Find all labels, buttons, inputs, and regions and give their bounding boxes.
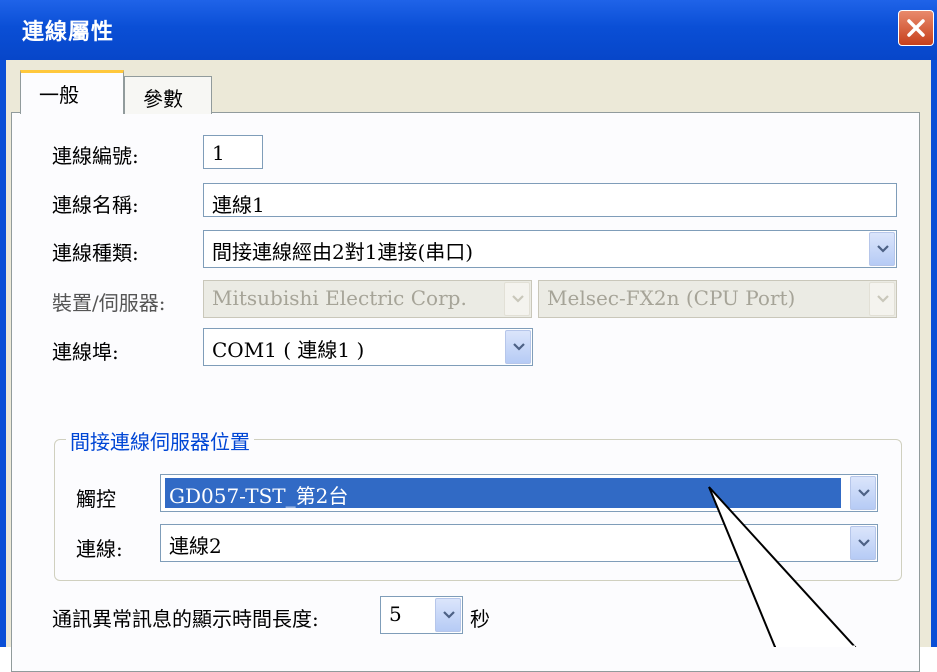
close-button[interactable] [898,10,934,46]
chevron-down-icon [443,611,455,619]
tab-parameters-label: 參數 [143,87,183,111]
port-label: 連線埠: [52,340,119,364]
server-link-dropdown-button[interactable] [850,526,876,560]
device-vendor-value: Mitsubishi Electric Corp. [212,286,467,310]
title-bar [0,0,937,60]
link-type-select[interactable]: 間接連線經由2對1連接(串口) [203,230,897,268]
link-number-label: 連線編號: [52,144,139,168]
timeout-label: 通訊異常訊息的顯示時間長度: [52,607,319,631]
window-border-left [0,60,6,647]
server-link-select[interactable]: 連線2 [160,524,878,562]
chevron-down-icon [858,489,870,497]
chevron-down-icon [512,295,524,303]
link-name-value: 連線1 [212,193,265,217]
device-model-value: Melsec-FX2n (CPU Port) [547,286,796,310]
window-title: 連線屬性 [22,20,115,45]
chevron-down-icon [877,295,889,303]
link-number-field[interactable]: 1 [203,135,263,169]
tab-general[interactable]: 一般 [20,70,124,114]
touch-label: 觸控 [76,487,116,511]
timeout-unit: 秒 [470,607,490,631]
touch-panel-select[interactable]: GD057-TST_第2台 [160,474,878,512]
port-dropdown-button[interactable] [505,330,531,364]
port-value: COM1 ( 連線1 ) [212,338,365,362]
device-vendor-dropdown-button [504,282,530,316]
chevron-down-icon [513,343,525,351]
touch-panel-value: GD057-TST_第2台 [169,484,349,508]
device-model-dropdown-button [869,282,895,316]
timeout-select[interactable]: 5 [380,596,463,634]
touch-panel-dropdown-button[interactable] [850,476,876,510]
link-name-input[interactable]: 連線1 [203,183,897,217]
link-name-label: 連線名稱: [52,193,139,217]
close-icon [907,19,925,37]
device-model-select: Melsec-FX2n (CPU Port) [538,280,897,318]
server-link-label: 連線: [76,537,123,561]
link-number-value: 1 [212,141,225,165]
timeout-dropdown-button[interactable] [435,598,461,632]
tab-general-label: 一般 [39,83,79,107]
link-type-dropdown-button[interactable] [869,232,895,266]
server-link-value: 連線2 [169,534,222,558]
tab-parameters[interactable]: 參數 [124,76,212,114]
device-vendor-select: Mitsubishi Electric Corp. [203,280,532,318]
link-type-label: 連線種類: [52,241,139,265]
chevron-down-icon [858,539,870,547]
port-select[interactable]: COM1 ( 連線1 ) [203,328,533,366]
timeout-value: 5 [389,602,402,626]
device-server-label: 裝置/伺服器: [52,291,166,315]
server-location-legend: 間接連線伺服器位置 [66,426,254,455]
chevron-down-icon [877,245,889,253]
window-border-right [931,60,937,647]
link-type-value: 間接連線經由2對1連接(串口) [212,240,474,264]
